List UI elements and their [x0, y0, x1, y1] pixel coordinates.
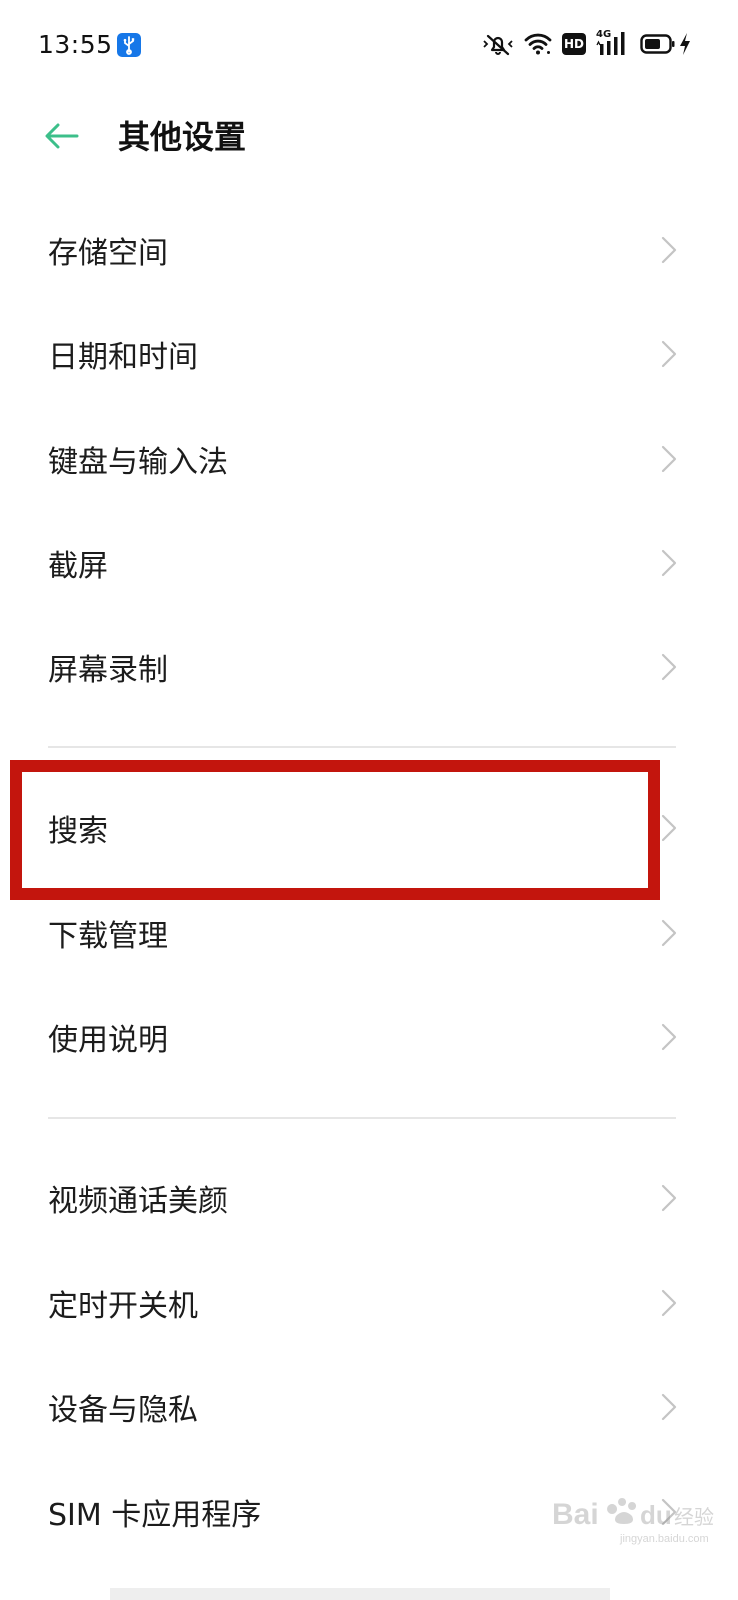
settings-item-scheduled-power[interactable]: 定时开关机	[0, 1251, 738, 1355]
svg-text:du: du	[640, 1500, 672, 1530]
battery-icon	[640, 34, 675, 54]
status-time: 13:55	[38, 30, 113, 59]
settings-item-device-privacy[interactable]: 设备与隐私	[0, 1355, 738, 1459]
chevron-right-icon	[661, 653, 677, 681]
mute-icon	[483, 34, 513, 56]
settings-item-screen-recording[interactable]: 屏幕录制	[0, 615, 738, 719]
chevron-right-icon	[661, 919, 677, 947]
settings-item-label: 截屏	[48, 549, 108, 584]
settings-item-storage[interactable]: 存储空间	[0, 198, 738, 302]
chevron-right-icon	[661, 1023, 677, 1051]
group-divider	[48, 746, 676, 748]
wifi-icon	[524, 33, 552, 55]
group-divider	[48, 1117, 676, 1119]
chevron-right-icon	[661, 1393, 677, 1421]
status-bar: 13:55 HD 4G	[0, 0, 738, 92]
settings-item-label: 使用说明	[48, 1023, 168, 1058]
settings-item-label: SIM 卡应用程序	[48, 1498, 262, 1533]
usb-icon	[117, 33, 141, 57]
cellular-signal-icon: 4G	[596, 29, 630, 57]
settings-item-label: 日期和时间	[48, 340, 198, 375]
settings-item-label: 键盘与输入法	[48, 445, 228, 480]
baidu-watermark-logo: Bai du 经验 jingyan.baidu.com	[552, 1498, 714, 1545]
chevron-right-icon	[661, 236, 677, 264]
svg-text:jingyan.baidu.com: jingyan.baidu.com	[619, 1533, 709, 1545]
chevron-right-icon	[661, 1184, 677, 1212]
chevron-right-icon	[661, 1289, 677, 1317]
settings-item-label: 存储空间	[48, 236, 168, 271]
svg-text:Bai: Bai	[552, 1498, 599, 1531]
chevron-right-icon	[661, 814, 677, 842]
chevron-right-icon	[661, 445, 677, 473]
settings-item-label: 下载管理	[48, 919, 168, 954]
app-header: 其他设置	[0, 92, 738, 182]
settings-item-keyboard-input[interactable]: 键盘与输入法	[0, 407, 738, 511]
charging-icon	[680, 33, 690, 55]
page-title: 其他设置	[118, 118, 247, 156]
settings-item-label: 设备与隐私	[48, 1393, 198, 1428]
chevron-right-icon	[661, 340, 677, 368]
highlight-annotation-box	[10, 760, 660, 900]
settings-item-screenshot[interactable]: 截屏	[0, 511, 738, 615]
svg-text:经验: 经验	[674, 1506, 714, 1529]
arrow-left-icon	[45, 123, 79, 149]
bottom-edge-bar	[110, 1588, 610, 1600]
settings-item-date-time[interactable]: 日期和时间	[0, 302, 738, 406]
settings-item-video-call-beauty[interactable]: 视频通话美颜	[0, 1146, 738, 1250]
settings-item-label: 屏幕录制	[48, 653, 168, 688]
settings-item-label: 定时开关机	[48, 1289, 198, 1324]
settings-item-label: 视频通话美颜	[48, 1184, 228, 1219]
settings-item-user-guide[interactable]: 使用说明	[0, 985, 738, 1089]
status-icons: HD 4G	[482, 29, 692, 58]
chevron-right-icon	[661, 549, 677, 577]
hd-icon: HD	[562, 33, 586, 55]
back-button[interactable]	[40, 114, 84, 158]
